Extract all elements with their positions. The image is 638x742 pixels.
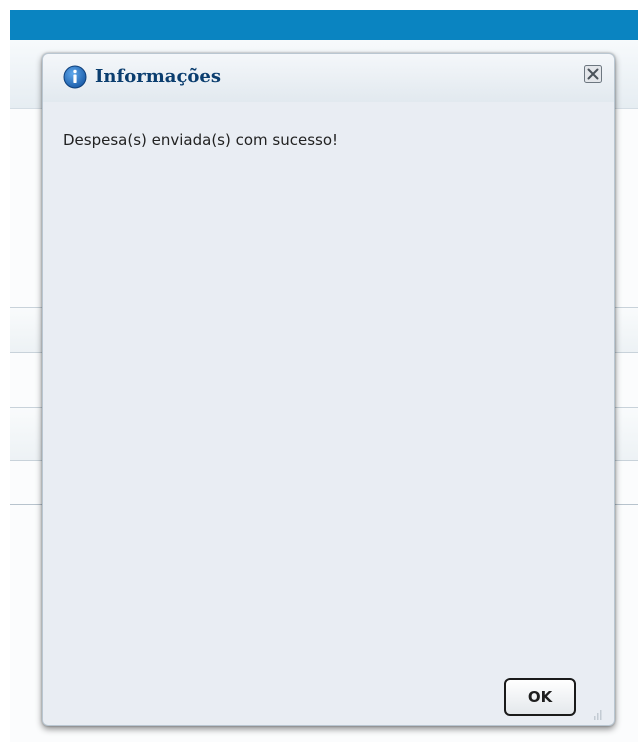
dialog-header: Informações [43,54,614,102]
info-icon [63,65,87,89]
dialog-message: Despesa(s) enviada(s) com sucesso! [63,131,339,149]
info-dialog: Informações Despesa(s) enviada(s) com su… [42,53,615,726]
resize-grip-icon[interactable] [591,706,603,720]
close-icon[interactable] [584,65,602,83]
app-top-bar [10,10,638,40]
ok-button[interactable]: OK [504,678,576,716]
dialog-title: Informações [95,66,221,87]
